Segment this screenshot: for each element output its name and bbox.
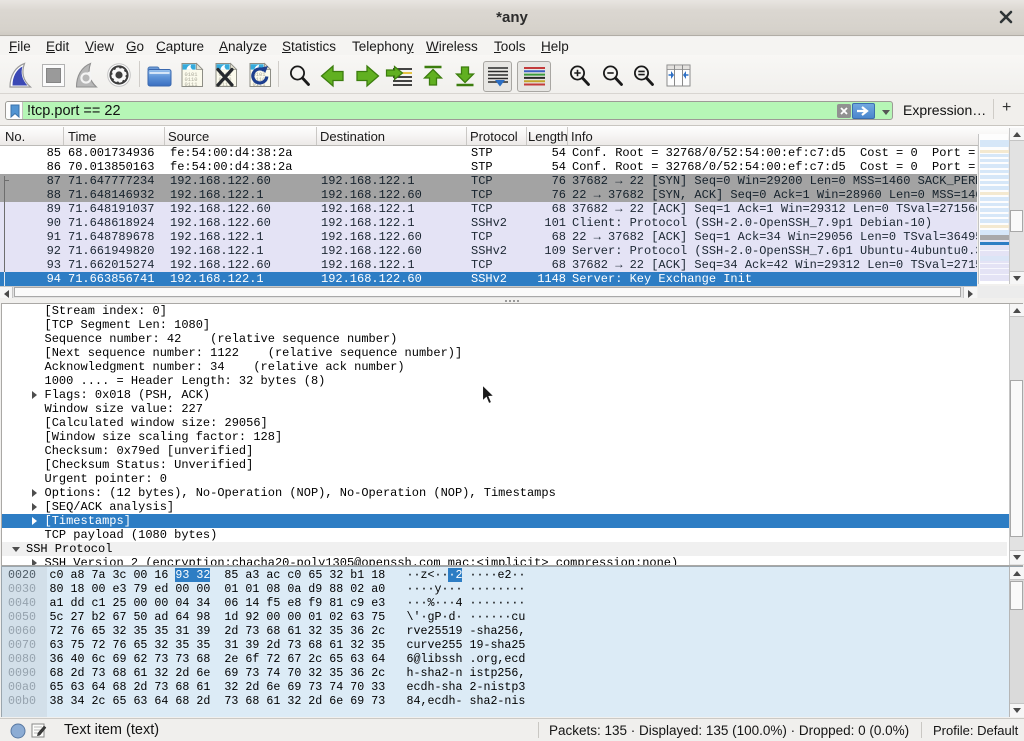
svg-text:0111: 0111 [184, 82, 197, 88]
